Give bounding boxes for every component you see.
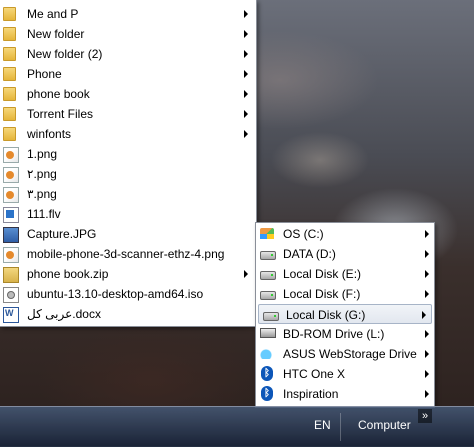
drive-item[interactable]: ᛒ HTC One X <box>256 364 434 384</box>
png-file-icon <box>3 247 19 263</box>
item-label: New folder <box>27 27 85 41</box>
hard-disk-icon <box>260 271 276 280</box>
drive-label: DATA (D:) <box>283 247 336 261</box>
drive-label: Inspiration <box>283 387 339 401</box>
folder-icon <box>3 127 16 141</box>
file-item[interactable]: ubuntu-13.10-desktop-amd64.iso <box>0 284 256 304</box>
drive-label: ASUS WebStorage Drive <box>283 347 417 361</box>
drive-label: Local Disk (E:) <box>283 267 362 281</box>
drive-item[interactable]: DATA (D:) <box>256 244 434 264</box>
submenu-arrow-icon <box>244 70 248 78</box>
item-label: phone book.zip <box>27 267 109 281</box>
folder-icon <box>3 47 16 61</box>
item-label: Torrent Files <box>27 107 94 121</box>
item-label: ۲.png <box>27 167 57 181</box>
folder-item[interactable]: New folder <box>0 24 256 44</box>
submenu-arrow-icon <box>244 50 248 58</box>
folder-icon <box>3 87 16 101</box>
item-label: mobile-phone-3d-scanner-ethz-4.png <box>27 247 225 261</box>
item-label: winfonts <box>27 127 72 141</box>
submenu-arrow-icon <box>244 110 248 118</box>
file-item[interactable]: 111.flv <box>0 204 256 224</box>
file-item[interactable]: عربی کل.docx <box>0 304 256 324</box>
computer-drives-submenu: OS (C:) DATA (D:) Local Disk (E:) Local Dis… <box>255 222 435 408</box>
taskbar: EN Computer » <box>0 406 474 447</box>
drive-label: OS (C:) <box>283 227 324 241</box>
computer-toolbar-label[interactable]: Computer <box>358 418 411 432</box>
folder-contents-menu: Me and P New folder New folder (2) Phone pho… <box>0 0 257 327</box>
item-label: New folder (2) <box>27 47 103 61</box>
hard-disk-icon <box>263 312 279 321</box>
png-file-icon <box>3 187 19 203</box>
submenu-arrow-icon <box>425 290 429 298</box>
submenu-arrow-icon <box>425 270 429 278</box>
submenu-arrow-icon <box>425 390 429 398</box>
toolbar-chevron-icon[interactable]: » <box>418 409 432 423</box>
submenu-arrow-icon <box>425 350 429 358</box>
folder-icon <box>3 107 16 121</box>
cloud-drive-icon <box>260 348 274 359</box>
drive-label: Local Disk (F:) <box>283 287 361 301</box>
drive-label: BD-ROM Drive (L:) <box>283 327 385 341</box>
taskbar-separator <box>340 413 341 441</box>
file-item[interactable]: phone book.zip <box>0 264 256 284</box>
item-label: عربی کل.docx <box>27 307 101 321</box>
item-label: ubuntu-13.10-desktop-amd64.iso <box>27 287 204 301</box>
folder-item[interactable]: Phone <box>0 64 256 84</box>
submenu-arrow-icon <box>244 130 248 138</box>
item-label: Capture.JPG <box>27 227 97 241</box>
submenu-arrow-icon <box>244 10 248 18</box>
image-file-icon <box>3 227 19 243</box>
submenu-arrow-icon <box>244 90 248 98</box>
folder-item[interactable]: New folder (2) <box>0 44 256 64</box>
folder-item[interactable]: phone book <box>0 84 256 104</box>
png-file-icon <box>3 147 19 163</box>
file-item[interactable]: 1.png <box>0 144 256 164</box>
item-label: 1.png <box>27 147 58 161</box>
item-label: Phone <box>27 67 62 81</box>
optical-drive-icon <box>260 328 276 338</box>
word-document-icon <box>3 307 19 323</box>
file-item[interactable]: mobile-phone-3d-scanner-ethz-4.png <box>0 244 256 264</box>
file-item[interactable]: ۲.png <box>0 164 256 184</box>
folder-item[interactable]: Me and P <box>0 4 256 24</box>
language-indicator[interactable]: EN <box>314 418 331 432</box>
disc-image-icon <box>3 287 19 303</box>
folder-icon <box>3 7 16 21</box>
windows-drive-icon <box>260 228 274 239</box>
item-label: ۳.png <box>27 187 57 201</box>
submenu-arrow-icon <box>425 370 429 378</box>
drive-item[interactable]: Local Disk (E:) <box>256 264 434 284</box>
hard-disk-icon <box>260 291 276 300</box>
video-file-icon <box>3 207 19 223</box>
png-file-icon <box>3 167 19 183</box>
submenu-arrow-icon <box>244 270 248 278</box>
file-item[interactable]: ۳.png <box>0 184 256 204</box>
hard-disk-icon <box>260 251 276 260</box>
submenu-arrow-icon <box>425 330 429 338</box>
submenu-arrow-icon <box>425 230 429 238</box>
item-label: Me and P <box>27 7 79 21</box>
folder-item[interactable]: Torrent Files <box>0 104 256 124</box>
folder-icon <box>3 67 16 81</box>
drive-item[interactable]: Local Disk (G:) <box>258 304 432 324</box>
submenu-arrow-icon <box>244 30 248 38</box>
bluetooth-icon: ᛒ <box>261 386 273 401</box>
drive-item[interactable]: Local Disk (F:) <box>256 284 434 304</box>
drive-label: Local Disk (G:) <box>286 308 366 322</box>
drive-item[interactable]: OS (C:) <box>256 224 434 244</box>
bluetooth-icon: ᛒ <box>261 366 273 381</box>
item-label: phone book <box>27 87 90 101</box>
submenu-arrow-icon <box>425 250 429 258</box>
folder-item[interactable]: winfonts <box>0 124 256 144</box>
file-item[interactable]: Capture.JPG <box>0 224 256 244</box>
folder-icon <box>3 27 16 41</box>
item-label: 111.flv <box>27 207 61 221</box>
drive-label: HTC One X <box>283 367 346 381</box>
submenu-arrow-icon <box>422 311 426 319</box>
drive-item[interactable]: ASUS WebStorage Drive <box>256 344 434 364</box>
drive-item[interactable]: ᛒ Inspiration <box>256 384 434 404</box>
zip-file-icon <box>3 267 19 283</box>
drive-item[interactable]: BD-ROM Drive (L:) <box>256 324 434 344</box>
